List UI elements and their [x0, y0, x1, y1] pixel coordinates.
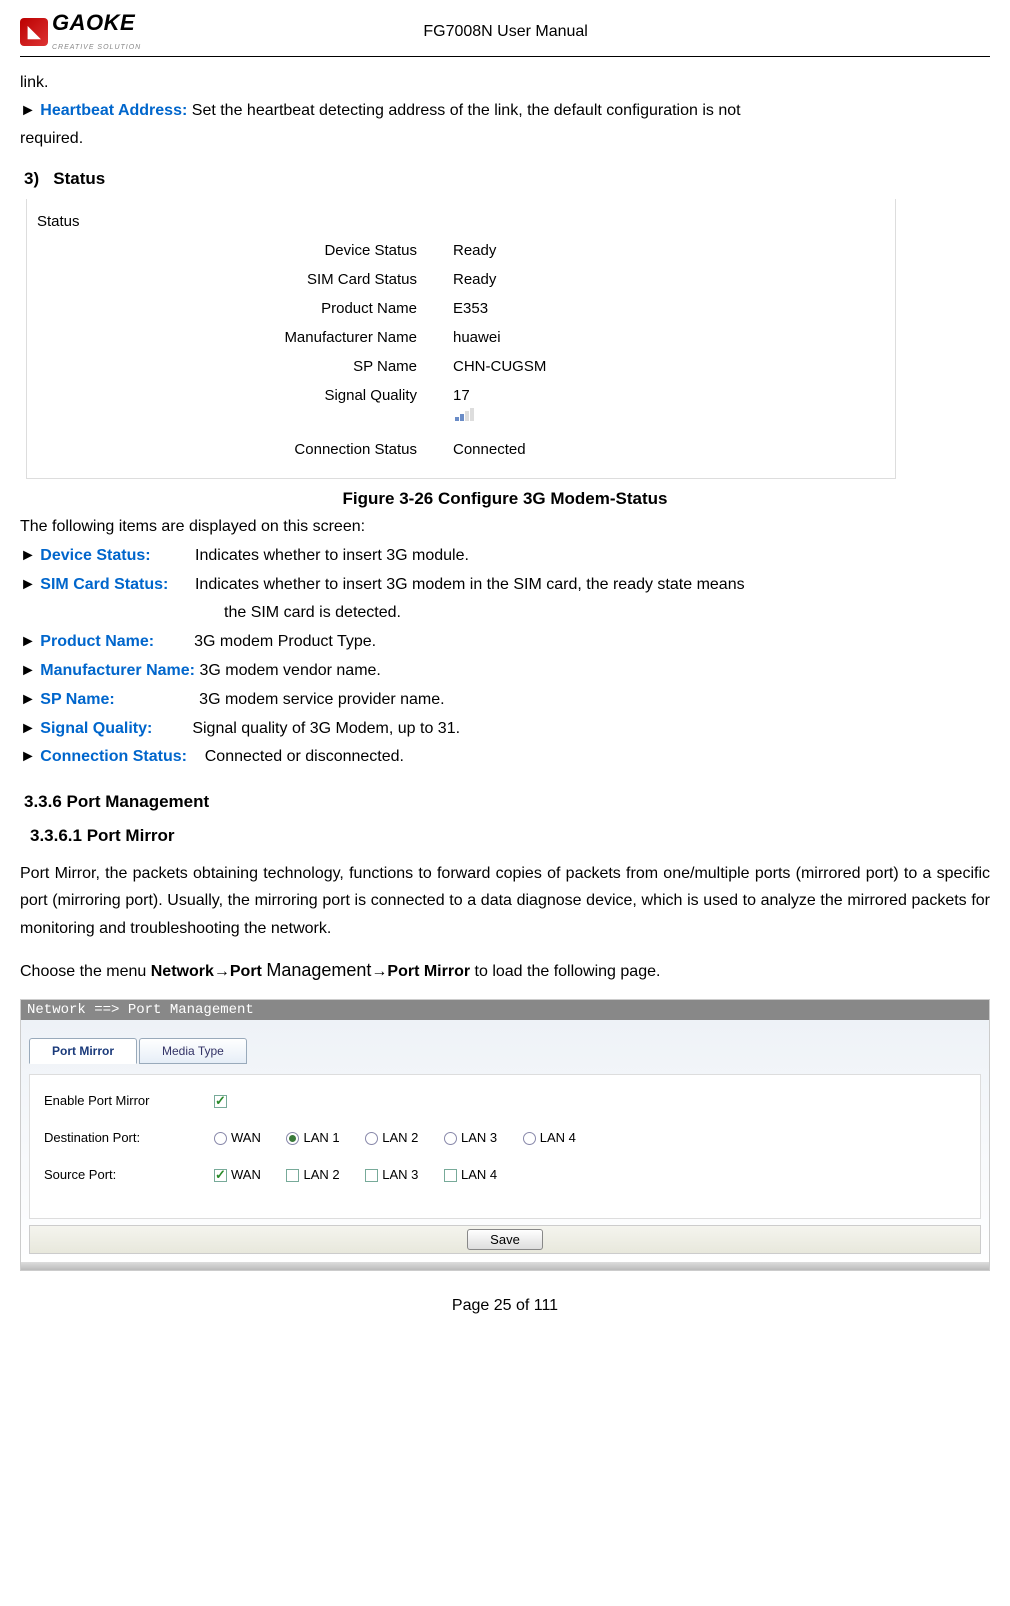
nav-text: Choose the menu Network→Port Management→…: [20, 956, 990, 985]
heartbeat-desc: Set the heartbeat detecting address of t…: [192, 102, 741, 119]
def-sp: ► SP Name: 3G modem service provider nam…: [20, 688, 990, 713]
status-row: Manufacturer Name huawei: [27, 323, 895, 352]
def-sim-cont: the SIM card is detected.: [224, 601, 990, 626]
tab-media-type[interactable]: Media Type: [139, 1038, 247, 1064]
status-value: Ready: [437, 242, 496, 259]
arrow-icon: ►: [20, 748, 36, 765]
figure-caption: Figure 3-26 Configure 3G Modem-Status: [20, 489, 990, 509]
row-dest: Destination Port: WAN LAN 1 LAN 2 LAN 3 …: [44, 1130, 966, 1145]
doc-title: FG7008N User Manual: [21, 23, 990, 41]
dest-opt-lan1[interactable]: LAN 1: [286, 1130, 339, 1145]
arrow-icon: ►: [20, 691, 36, 708]
status-value: CHN-CUGSM: [437, 358, 546, 375]
row-src: Source Port: WAN LAN 2 LAN 3 LAN 4: [44, 1167, 966, 1182]
enable-checkbox[interactable]: [214, 1095, 227, 1108]
src-opt-wan[interactable]: WAN: [214, 1167, 261, 1182]
dest-opt-lan2[interactable]: LAN 2: [365, 1130, 418, 1145]
arrow-icon: ►: [20, 102, 36, 119]
logo-text-sub: CREATIVE SOLUTION: [52, 44, 141, 51]
status-value: Connected: [437, 441, 526, 458]
dest-opt-wan[interactable]: WAN: [214, 1130, 261, 1145]
def-product: ► Product Name: 3G modem Product Type.: [20, 630, 990, 655]
status-value: E353: [437, 300, 488, 317]
page-footer: Page 25 of 111: [20, 1297, 990, 1315]
def-conn: ► Connection Status: Connected or discon…: [20, 745, 990, 770]
src-opt-lan3[interactable]: LAN 3: [365, 1167, 418, 1182]
status-label: SP Name: [27, 358, 437, 375]
cont-link: link.: [20, 71, 990, 95]
scrollbar-bottom[interactable]: [21, 1262, 989, 1270]
status-row: Signal Quality 17: [27, 381, 895, 427]
status-value: Ready: [437, 271, 496, 288]
save-bar: Save: [29, 1225, 981, 1254]
breadcrumb: Network ==> Port Management: [21, 1000, 989, 1020]
def-manufacturer: ► Manufacturer Name: 3G modem vendor nam…: [20, 659, 990, 684]
page-header: ◣ GAOKE CREATIVE SOLUTION FG7008N User M…: [20, 10, 990, 57]
status-label: Signal Quality: [27, 387, 437, 421]
status-label: Manufacturer Name: [27, 329, 437, 346]
status-box-title: Status: [27, 199, 895, 236]
status-row: SIM Card Status Ready: [27, 265, 895, 294]
dest-opt-lan3[interactable]: LAN 3: [444, 1130, 497, 1145]
src-label: Source Port:: [44, 1167, 214, 1182]
def-signal: ► Signal Quality: Signal quality of 3G M…: [20, 717, 990, 742]
status-row: Connection Status Connected: [27, 435, 895, 464]
arrow-icon: ►: [20, 662, 36, 679]
arrow-icon: ►: [20, 547, 36, 564]
status-label: SIM Card Status: [27, 271, 437, 288]
port-mirror-para: Port Mirror, the packets obtaining techn…: [20, 860, 990, 942]
status-label: Device Status: [27, 242, 437, 259]
heartbeat-line: ► Heartbeat Address: Set the heartbeat d…: [20, 99, 990, 123]
src-opt-lan4[interactable]: LAN 4: [444, 1167, 497, 1182]
arrow-icon: ►: [20, 633, 36, 650]
status-row: Product Name E353: [27, 294, 895, 323]
heading-3361: 3.3.6.1 Port Mirror: [30, 826, 990, 846]
arrow-icon: ►: [20, 720, 36, 737]
dest-opt-lan4[interactable]: LAN 4: [523, 1130, 576, 1145]
following-text: The following items are displayed on thi…: [20, 515, 990, 540]
heading-336: 3.3.6 Port Management: [24, 792, 990, 812]
status-row: SP Name CHN-CUGSM: [27, 352, 895, 381]
port-management-screenshot: Network ==> Port Management Port Mirror …: [20, 999, 990, 1271]
status-screenshot: Status Device Status Ready SIM Card Stat…: [26, 199, 896, 479]
enable-label: Enable Port Mirror: [44, 1093, 214, 1108]
signal-bars-icon: [455, 404, 475, 421]
save-button[interactable]: Save: [467, 1229, 543, 1250]
arrow-icon: ►: [20, 576, 36, 593]
tab-port-mirror[interactable]: Port Mirror: [29, 1038, 137, 1064]
def-sim: ► SIM Card Status: Indicates whether to …: [20, 573, 990, 598]
heartbeat-term: Heartbeat Address:: [40, 102, 187, 119]
status-value: 17: [437, 387, 475, 421]
status-label: Connection Status: [27, 441, 437, 458]
row-enable: Enable Port Mirror: [44, 1093, 966, 1108]
dest-label: Destination Port:: [44, 1130, 214, 1145]
status-value: huawei: [437, 329, 501, 346]
def-device-status: ► Device Status: Indicates whether to in…: [20, 544, 990, 569]
heartbeat-cont: required.: [20, 127, 990, 151]
src-opt-lan2[interactable]: LAN 2: [286, 1167, 339, 1182]
status-heading: 3) Status: [24, 169, 990, 189]
status-row: Device Status Ready: [27, 236, 895, 265]
status-label: Product Name: [27, 300, 437, 317]
port-mirror-panel: Enable Port Mirror Destination Port: WAN…: [29, 1074, 981, 1219]
tab-bar: Port Mirror Media Type: [29, 1038, 981, 1064]
